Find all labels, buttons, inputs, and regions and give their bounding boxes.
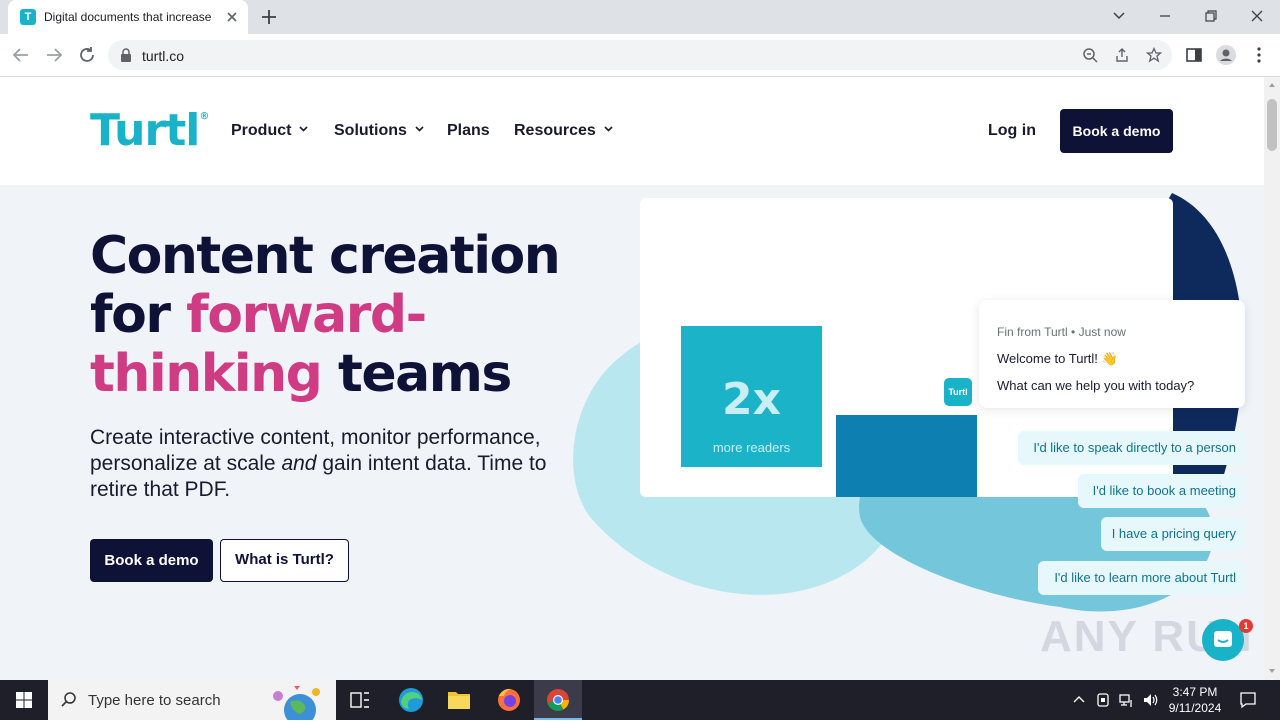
browser-tab[interactable]: T Digital documents that increase (8, 0, 248, 34)
scroll-down-arrow-icon[interactable] (1268, 667, 1276, 675)
chevron-down-icon (604, 126, 613, 132)
what-is-turtl-button[interactable]: What is Turtl? (220, 539, 349, 582)
tray-overflow-chevron-icon[interactable] (1070, 691, 1088, 709)
tab-search-chevron-icon[interactable] (1108, 5, 1130, 27)
taskbar-clock[interactable]: 3:47 PM 9/11/2024 (1162, 684, 1228, 716)
minimize-window-icon[interactable] (1154, 5, 1176, 27)
close-window-icon[interactable] (1246, 5, 1268, 27)
zoom-icon[interactable] (1082, 47, 1098, 63)
file-explorer-taskbar-button[interactable] (435, 680, 483, 720)
edge-taskbar-button[interactable] (387, 680, 435, 720)
search-placeholder: Type here to search (88, 692, 221, 709)
login-link[interactable]: Log in (988, 122, 1036, 140)
bookmark-star-icon[interactable] (1146, 47, 1162, 63)
scroll-up-arrow-icon[interactable] (1268, 81, 1276, 89)
nav-product[interactable]: Product (231, 122, 309, 140)
chat-bubble-icon (1214, 631, 1232, 647)
chat-message-card[interactable]: Fin from Turtl • Just now Welcome to Tur… (979, 300, 1245, 408)
folder-icon (448, 692, 470, 709)
url-text[interactable]: turtl.co (142, 48, 184, 64)
search-icon (61, 692, 76, 707)
browser-tabstrip: T Digital documents that increase (0, 0, 1280, 34)
chevron-down-icon (415, 126, 424, 132)
start-button[interactable] (0, 680, 48, 720)
edge-browser-icon (399, 688, 423, 712)
taskbar-search[interactable]: Type here to search (48, 680, 336, 720)
task-view-button[interactable] (336, 680, 384, 720)
windows-taskbar: Type here to search 3:47 PM 9/11/2024 (0, 680, 1280, 720)
turtl-favicon-icon: T (20, 9, 36, 25)
firefox-icon (498, 688, 520, 711)
nav-solutions[interactable]: Solutions (334, 122, 424, 140)
stat-value: 2x (722, 374, 781, 425)
chat-question: What can we help you with today? (997, 378, 1195, 393)
lock-icon[interactable] (120, 48, 132, 62)
chrome-icon (547, 689, 569, 711)
scroll-thumb[interactable] (1267, 99, 1277, 151)
volume-icon[interactable] (1142, 691, 1160, 709)
header-book-demo-button[interactable]: Book a demo (1060, 109, 1173, 153)
nav-resources[interactable]: Resources (514, 122, 613, 140)
chrome-taskbar-button[interactable] (534, 680, 582, 720)
reply-book-meeting[interactable]: I'd like to book a meeting (1078, 474, 1245, 508)
forward-arrow-icon[interactable] (43, 44, 65, 66)
clock-time: 3:47 PM (1172, 685, 1218, 699)
network-icon[interactable] (1118, 691, 1136, 709)
chat-meta: Fin from Turtl • Just now (997, 325, 1126, 339)
firefox-taskbar-button[interactable] (485, 680, 533, 720)
reply-speak-to-person[interactable]: I'd like to speak directly to a person (1018, 431, 1245, 465)
hero-title: Content creation for forward- thinking t… (90, 226, 561, 404)
reply-pricing-query[interactable]: I have a pricing query (1101, 517, 1245, 551)
chat-launcher-button[interactable] (1202, 619, 1244, 661)
chevron-down-icon (299, 126, 309, 132)
web-page: Turtl® Product Solutions Plans Resources… (0, 77, 1264, 680)
search-highlight-globe-icon (273, 686, 320, 720)
chat-bot-avatar: Turtl (944, 378, 972, 406)
chat-greeting: Welcome to Turtl! 👋 (997, 351, 1118, 366)
nav-plans[interactable]: Plans (447, 122, 490, 140)
restore-window-icon[interactable] (1200, 5, 1222, 27)
stat-label: more readers (712, 440, 791, 455)
hero-book-demo-button[interactable]: Book a demo (90, 539, 213, 582)
turtl-logo[interactable]: Turtl® (90, 105, 209, 156)
site-header: Turtl® Product Solutions Plans Resources… (0, 77, 1264, 185)
browser-menu-icon[interactable] (1250, 46, 1268, 64)
back-arrow-icon[interactable] (10, 44, 32, 66)
new-tab-plus-icon[interactable] (259, 7, 279, 27)
page-scrollbar[interactable] (1264, 77, 1280, 680)
decorative-blue-tile (836, 415, 977, 497)
address-bar[interactable]: turtl.co (108, 40, 1172, 70)
share-icon[interactable] (1114, 47, 1130, 63)
close-tab-icon[interactable] (224, 9, 240, 25)
side-panel-icon[interactable] (1185, 46, 1203, 64)
notification-center-icon[interactable] (1238, 690, 1258, 710)
profile-avatar-icon[interactable] (1216, 45, 1236, 65)
reply-learn-more[interactable]: I'd like to learn more about Turtl (1038, 561, 1245, 595)
windows-logo-icon (16, 692, 32, 708)
hero-subtitle: Create interactive content, monitor perf… (90, 426, 547, 501)
stat-tile: 2x more readers (681, 326, 822, 467)
tab-title: Digital documents that increase (44, 10, 212, 24)
unread-badge: 1 (1239, 619, 1253, 633)
tray-device-icon[interactable] (1094, 691, 1112, 709)
clock-date: 9/11/2024 (1168, 701, 1222, 715)
task-view-icon (350, 692, 369, 708)
reload-icon[interactable] (76, 44, 98, 66)
